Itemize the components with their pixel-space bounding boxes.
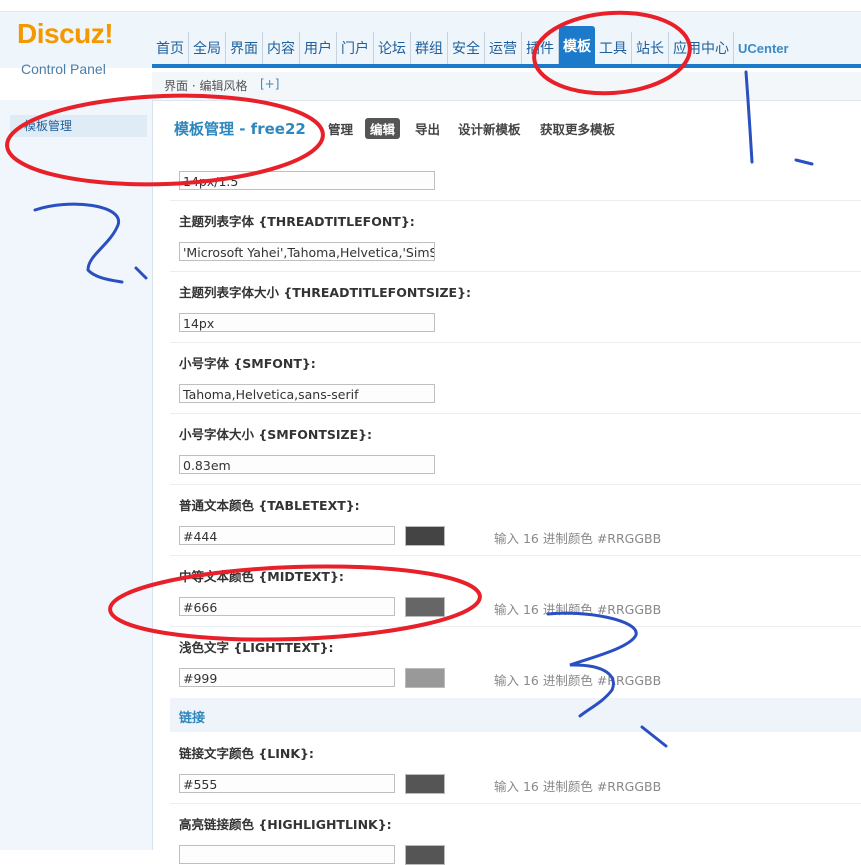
field-label: 小号字体大小 {SMFONTSIZE}: — [179, 427, 372, 442]
color-swatch[interactable] — [405, 845, 445, 865]
nav-forum[interactable]: 论坛 — [374, 32, 411, 64]
nav-ucenter[interactable]: UCenter — [734, 32, 793, 64]
row-divider — [170, 271, 861, 272]
field-hint: 输入 16 进制颜色 #RRGGBB — [494, 673, 662, 688]
breadcrumb-path: 界面 · 编辑风格 — [164, 79, 248, 93]
nav-templates[interactable]: 模板 — [559, 26, 595, 64]
color-swatch[interactable] — [405, 668, 445, 688]
nav-underline — [152, 64, 861, 68]
row-divider — [170, 200, 861, 201]
row-divider — [170, 484, 861, 485]
field-input[interactable]: 14px — [179, 313, 435, 332]
field-label: 普通文本颜色 {TABLETEXT}: — [179, 498, 360, 513]
tab-design-new[interactable]: 设计新模板 — [458, 119, 521, 138]
nav-content[interactable]: 内容 — [263, 32, 300, 64]
tab-edit[interactable]: 编辑 — [365, 118, 401, 139]
nav-groups[interactable]: 群组 — [411, 32, 448, 64]
sidebar-item-template-manage[interactable]: 模板管理 — [10, 115, 147, 137]
row-divider — [170, 626, 861, 627]
tab-manage[interactable]: 管理 — [328, 119, 353, 138]
field-hint: 输入 16 进制颜色 #RRGGBB — [494, 602, 662, 617]
main-nav: 首页 全局 界面 内容 用户 门户 论坛 群组 安全 运营 插件 模板 工具 站… — [152, 26, 793, 64]
section-header-link: 链接 — [170, 698, 861, 732]
row-divider — [170, 555, 861, 556]
tab-get-more[interactable]: 获取更多模板 — [540, 119, 615, 138]
page-title: 模板管理 - free22 — [174, 120, 306, 138]
nav-app-center[interactable]: 应用中心 — [669, 32, 734, 64]
nav-webmaster[interactable]: 站长 — [632, 32, 669, 64]
nav-portal[interactable]: 门户 — [337, 32, 374, 64]
tab-export[interactable]: 导出 — [415, 119, 440, 138]
color-swatch[interactable] — [405, 597, 445, 617]
color-input[interactable]: #444 — [179, 526, 395, 545]
nav-tools[interactable]: 工具 — [595, 32, 632, 64]
field-label: 主题列表字体大小 {THREADTITLEFONTSIZE}: — [179, 285, 471, 300]
field-hint: 输入 16 进制颜色 #RRGGBB — [494, 779, 662, 794]
field-hint: 输入 16 进制颜色 #RRGGBB — [494, 531, 662, 546]
title-bar: 模板管理 - free22 管理 编辑 导出 设计新模板 获取更多模板 — [160, 110, 861, 144]
main-content: 模板管理 - free22 管理 编辑 导出 设计新模板 获取更多模板 14px… — [160, 100, 861, 865]
field-input[interactable]: 'Microsoft Yahei',Tahoma,Helvetica,'SimS… — [179, 242, 435, 261]
nav-plugins[interactable]: 插件 — [522, 32, 559, 64]
nav-global[interactable]: 全局 — [189, 32, 226, 64]
logo-subtitle: Control Panel — [21, 61, 106, 77]
field-label: 中等文本颜色 {MIDTEXT}: — [179, 569, 344, 584]
field-label: 链接文字颜色 {LINK}: — [179, 746, 314, 761]
section-title: 链接 — [179, 711, 206, 726]
nav-operations[interactable]: 运营 — [485, 32, 522, 64]
color-swatch[interactable] — [405, 526, 445, 546]
breadcrumb: 界面 · 编辑风格 [+] — [152, 72, 861, 101]
field-input[interactable]: Tahoma,Helvetica,sans-serif — [179, 384, 435, 403]
top-strip — [0, 0, 861, 12]
color-input[interactable]: #999 — [179, 668, 395, 687]
nav-home[interactable]: 首页 — [152, 32, 189, 64]
discuz-logo: Discuz! — [17, 18, 114, 49]
field-label: 小号字体 {SMFONT}: — [179, 356, 316, 371]
breadcrumb-add-link[interactable]: [+] — [260, 77, 279, 91]
nav-security[interactable]: 安全 — [448, 32, 485, 64]
field-input[interactable]: 14px/1.5 — [179, 171, 435, 190]
color-input[interactable]: #666 — [179, 597, 395, 616]
nav-users[interactable]: 用户 — [300, 32, 337, 64]
field-input[interactable]: 0.83em — [179, 455, 435, 474]
nav-interface[interactable]: 界面 — [226, 32, 263, 64]
row-divider — [170, 803, 861, 804]
field-label: 浅色文字 {LIGHTTEXT}: — [179, 640, 334, 655]
color-swatch[interactable] — [405, 774, 445, 794]
row-divider — [170, 342, 861, 343]
row-divider — [170, 413, 861, 414]
field-label: 高亮链接颜色 {HIGHLIGHTLINK}: — [179, 817, 392, 832]
field-label: 主题列表字体 {THREADTITLEFONT}: — [179, 214, 415, 229]
color-input[interactable]: #555 — [179, 774, 395, 793]
sidebar: 模板管理 — [0, 100, 153, 850]
color-input[interactable] — [179, 845, 395, 864]
